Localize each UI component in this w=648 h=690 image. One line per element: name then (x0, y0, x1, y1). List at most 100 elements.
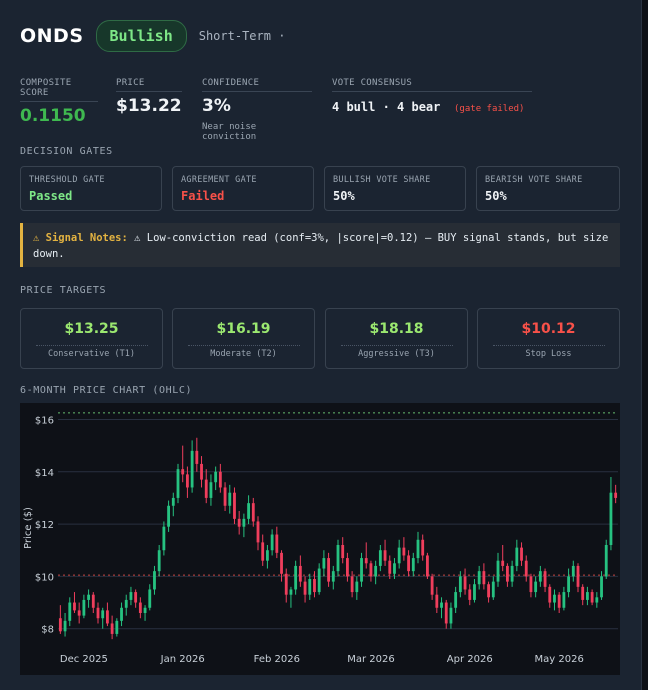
candle-body (294, 565, 298, 590)
gate-label: AGREEMENT GATE (181, 175, 257, 185)
candle-body (501, 560, 505, 566)
candle-body (322, 558, 326, 569)
candle-body (458, 576, 462, 593)
candle-body (242, 518, 246, 527)
metric-label: VOTE CONSENSUS (332, 78, 532, 92)
target-label: Moderate (T2) (187, 345, 300, 359)
metric-label: COMPOSITE SCORE (20, 78, 98, 102)
y-tick-label: $14 (35, 468, 54, 479)
candle-body (491, 581, 495, 598)
candle-body (120, 607, 123, 621)
target-value: $10.12 (521, 321, 576, 337)
candle-body (388, 560, 392, 574)
candle-body (280, 552, 283, 574)
agreement-gate-card: AGREEMENT GATE Failed (172, 166, 314, 211)
candle-body (313, 579, 316, 593)
candle-body (58, 618, 62, 632)
candle-body (473, 584, 476, 600)
candle-body (350, 576, 354, 593)
candle-body (590, 592, 594, 603)
candle-body (200, 463, 203, 480)
candle-body (270, 534, 274, 551)
x-tick-label: Jan 2026 (160, 654, 205, 665)
candle-body (383, 550, 387, 561)
candle-body (430, 576, 434, 595)
header: ONDS Bullish Short-Term · (20, 20, 285, 52)
confidence-metric: CONFIDENCE 3% Near noise conviction (202, 78, 312, 142)
candle-body (534, 581, 538, 593)
candle-body (506, 565, 509, 582)
threshold-gate-card: THRESHOLD GATE Passed (20, 166, 162, 211)
target-value: $18.18 (369, 321, 424, 337)
candle-body (68, 602, 72, 621)
x-tick-label: Apr 2026 (447, 654, 493, 665)
candle-body (595, 597, 599, 603)
candle-body (397, 547, 401, 564)
candle-body (374, 565, 378, 577)
gate-value: 50% (333, 189, 355, 203)
candle-body (77, 610, 81, 616)
candle-body (355, 581, 359, 593)
target-label: Aggressive (T3) (340, 345, 453, 359)
candle-body (261, 542, 265, 561)
candle-body (91, 594, 95, 608)
candle-body (289, 589, 293, 595)
candle-body (101, 610, 105, 619)
target-label: Conservative (T1) (35, 345, 148, 359)
candle-body (538, 571, 542, 582)
composite-score-value: 0.1150 (20, 106, 86, 126)
ohlc-chart-svg[interactable]: $8 $10 $12 $14 $16 Price ($) Dec 2025 Jan 2026 F… (20, 403, 620, 675)
candle-body (543, 571, 547, 587)
candle-body (73, 602, 76, 611)
candle-body (233, 492, 236, 519)
candle-body (421, 539, 425, 556)
candle-body (520, 547, 523, 561)
horizon-label: Short-Term · (198, 29, 286, 43)
y-tick-label: $10 (35, 572, 54, 583)
candle-body (214, 471, 218, 483)
candle-body (487, 584, 490, 598)
candle-body (162, 526, 166, 551)
vote-consensus-value: 4 bull · 4 bear (332, 100, 441, 114)
candle-body (609, 492, 613, 545)
target-card-moderate: $16.19 Moderate (T2) (172, 308, 315, 369)
candle-body (548, 586, 552, 603)
candle-body (336, 545, 340, 572)
price-chart[interactable]: $8 $10 $12 $14 $16 Price ($) Dec 2025 Jan 2026 F… (20, 403, 620, 675)
vote-consensus-row: 4 bull · 4 bear (gate failed) (332, 96, 532, 115)
gate-value: Failed (181, 189, 225, 203)
candle-body (190, 450, 194, 488)
y-tick-label: $16 (35, 415, 54, 426)
candle-body (303, 581, 307, 595)
price-chart-title: 6-MONTH PRICE CHART (OHLC) (20, 385, 193, 396)
gate-label: BEARISH VOTE SHARE (485, 175, 583, 185)
target-card-stop-loss: $10.12 Stop Loss (477, 308, 620, 369)
target-value: $13.25 (64, 321, 119, 337)
candle-body (496, 560, 500, 582)
candle-body (186, 474, 189, 488)
candle-body (129, 592, 133, 600)
candle-body (482, 571, 486, 585)
candle-body (223, 487, 227, 506)
x-tick-label: Dec 2025 (60, 654, 108, 665)
candle-body (510, 565, 514, 582)
candle-body (266, 550, 269, 561)
candle-body (360, 558, 363, 582)
candle-body (195, 450, 199, 464)
candle-body (317, 568, 321, 593)
candle-body (171, 497, 175, 506)
x-tick-label: May 2026 (535, 654, 584, 665)
candle-body (407, 555, 410, 572)
confidence-value: 3% (202, 96, 231, 116)
bullish-vote-share-card: BULLISH VOTE SHARE 50% (324, 166, 466, 211)
vote-consensus-metric: VOTE CONSENSUS 4 bull · 4 bear (gate fai… (332, 78, 532, 115)
candle-body (402, 547, 406, 556)
candle-body (134, 592, 138, 603)
candle-body (63, 620, 67, 632)
gate-value: 50% (485, 189, 507, 203)
candle-body (435, 594, 439, 608)
candle-body (110, 623, 114, 634)
candle-body (82, 599, 86, 616)
candle-body (157, 550, 161, 572)
candle-body (454, 592, 458, 608)
